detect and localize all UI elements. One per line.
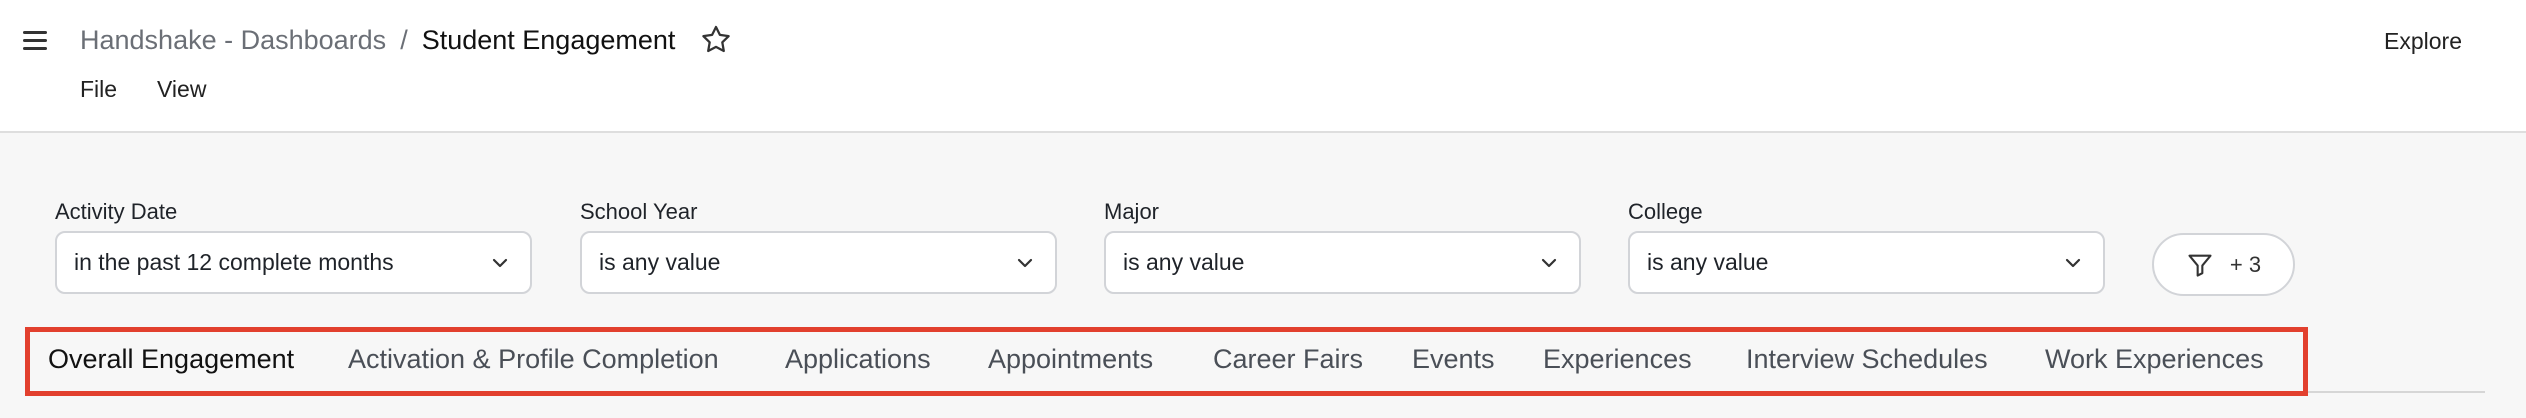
file-menu[interactable]: File (80, 74, 117, 104)
filter-label: School Year (580, 199, 698, 224)
chevron-down-icon (2065, 258, 2081, 267)
breadcrumb-separator: / (400, 24, 408, 55)
tab-overall-engagement[interactable]: Overall Engagement (48, 341, 294, 377)
more-filters-count: + 3 (2229, 251, 2262, 277)
major-select[interactable]: is any value (1104, 231, 1581, 294)
dashboard-header: Handshake - Dashboards / Student Engagem… (0, 0, 2526, 133)
activity-date-select[interactable]: in the past 12 complete months (55, 231, 532, 294)
filter-major: Major is any value (1104, 197, 1581, 294)
more-filters-button[interactable]: + 3 (2152, 233, 2295, 296)
college-select[interactable]: is any value (1628, 231, 2105, 294)
filter-value: is any value (1647, 249, 1769, 275)
filter-label: Major (1104, 199, 1160, 224)
tab-appointments[interactable]: Appointments (988, 341, 1153, 377)
dashboard-content: Activity Date in the past 12 complete mo… (0, 133, 2526, 418)
tab-events[interactable]: Events (1412, 341, 1495, 377)
filter-label: Activity Date (55, 199, 178, 224)
filter-value: is any value (599, 249, 721, 275)
filter-college: College is any value (1628, 197, 2105, 294)
tab-activation-profile-completion[interactable]: Activation & Profile Completion (348, 341, 719, 377)
breadcrumb: Handshake - Dashboards / Student Engagem… (80, 22, 733, 58)
filter-activity-date: Activity Date in the past 12 complete mo… (55, 197, 532, 294)
star-icon[interactable] (699, 23, 733, 57)
filter-icon (2188, 254, 2212, 277)
filter-value: is any value (1123, 249, 1245, 275)
chevron-down-icon (492, 258, 508, 267)
chevron-down-icon (1541, 258, 1557, 267)
tab-interview-schedules[interactable]: Interview Schedules (1746, 341, 1988, 377)
menu-icon[interactable] (20, 26, 52, 54)
school-year-select[interactable]: is any value (580, 231, 1057, 294)
chevron-down-icon (1017, 258, 1033, 267)
filter-school-year: School Year is any value (580, 197, 1057, 294)
view-menu[interactable]: View (157, 74, 206, 104)
tab-applications[interactable]: Applications (785, 341, 931, 377)
tab-work-experiences[interactable]: Work Experiences (2045, 341, 2264, 377)
tab-experiences[interactable]: Experiences (1543, 341, 1692, 377)
page-title: Student Engagement (421, 24, 676, 55)
filter-value: in the past 12 complete months (74, 249, 394, 275)
breadcrumb-parent-link[interactable]: Handshake - Dashboards (80, 25, 386, 56)
tab-career-fairs[interactable]: Career Fairs (1213, 341, 1363, 377)
explore-button[interactable]: Explore (2384, 28, 2462, 55)
filter-label: College (1628, 199, 1703, 224)
